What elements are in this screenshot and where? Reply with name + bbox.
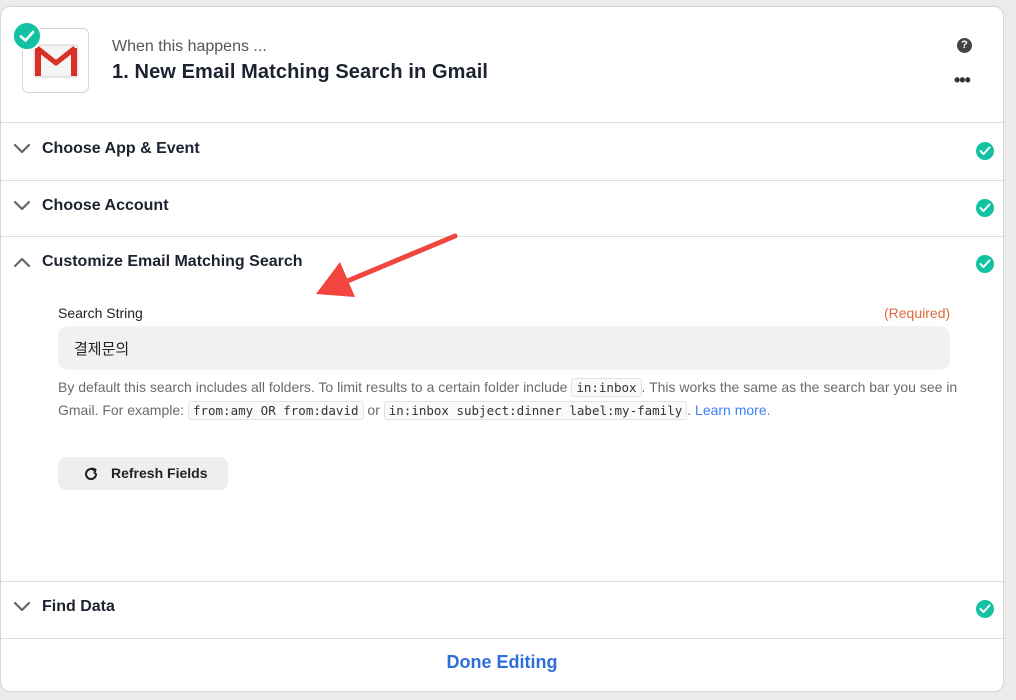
search-help-text: By default this search includes all fold… bbox=[58, 376, 958, 422]
section-choose-account: Choose Account bbox=[1, 180, 1003, 237]
section-label: Customize Email Matching Search bbox=[42, 253, 303, 270]
section-find-data: Find Data bbox=[1, 581, 1003, 639]
check-icon bbox=[976, 255, 994, 273]
section-header[interactable]: Customize Email Matching Search bbox=[1, 236, 1003, 292]
section-choose-app: Choose App & Event bbox=[1, 123, 1003, 181]
code-from-example: from:amy OR from:david bbox=[187, 401, 364, 420]
chevron-down-icon bbox=[13, 601, 31, 612]
refresh-icon bbox=[85, 467, 98, 480]
section-header[interactable]: Choose Account bbox=[1, 180, 1003, 236]
help-text-part: . bbox=[687, 402, 696, 418]
section-header[interactable]: Find Data bbox=[1, 581, 1003, 637]
section-header[interactable]: Choose App & Event bbox=[1, 123, 1003, 179]
step-title: 1. New Email Matching Search in Gmail bbox=[112, 61, 489, 83]
refresh-fields-button[interactable]: Refresh Fields bbox=[58, 457, 228, 490]
refresh-fields-label: Refresh Fields bbox=[111, 465, 208, 481]
step-eyebrow: When this happens ... bbox=[112, 38, 267, 55]
done-editing-button[interactable]: Done Editing bbox=[1, 652, 1003, 673]
check-icon bbox=[976, 142, 994, 160]
code-subject-example: in:inbox subject:dinner label:my-family bbox=[383, 401, 688, 420]
status-check-icon bbox=[12, 21, 42, 51]
chevron-down-icon bbox=[13, 200, 31, 211]
gmail-icon bbox=[33, 44, 79, 78]
help-icon[interactable]: ? bbox=[957, 38, 972, 53]
help-text-part: By default this search includes all fold… bbox=[58, 379, 572, 395]
check-icon bbox=[976, 600, 994, 618]
chevron-down-icon bbox=[13, 143, 31, 154]
check-icon bbox=[976, 199, 994, 217]
help-text-part: or bbox=[363, 402, 384, 418]
step-card: When this happens ... 1. New Email Match… bbox=[0, 6, 1004, 692]
code-in-inbox: in:inbox bbox=[571, 378, 642, 397]
section-label: Choose Account bbox=[42, 197, 169, 214]
search-string-input[interactable] bbox=[58, 326, 950, 370]
section-label: Choose App & Event bbox=[42, 140, 200, 157]
more-options-icon[interactable]: ••• bbox=[954, 71, 971, 89]
learn-more-link[interactable]: Learn more. bbox=[695, 402, 770, 418]
chevron-up-icon bbox=[13, 257, 31, 268]
required-indicator: (Required) bbox=[884, 305, 951, 321]
section-label: Find Data bbox=[42, 598, 115, 615]
step-header: When this happens ... 1. New Email Match… bbox=[1, 7, 1003, 123]
search-string-label: Search String bbox=[58, 305, 143, 321]
